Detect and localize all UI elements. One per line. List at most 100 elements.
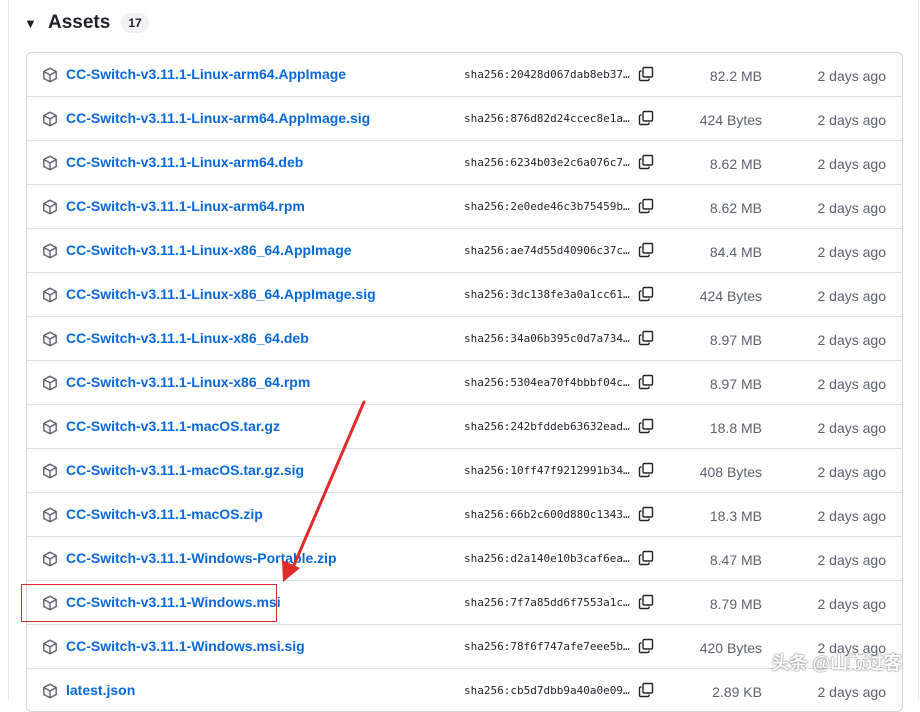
asset-row: CC-Switch-v3.11.1-Linux-x86_64.deb sha256… — [27, 317, 902, 361]
asset-size: 8.97 MB — [709, 332, 762, 348]
copy-icon[interactable] — [638, 594, 654, 610]
asset-row: CC-Switch-v3.11.1-Linux-arm64.AppImage sh… — [27, 53, 902, 97]
asset-download-link[interactable]: CC-Switch-v3.11.1-Windows-Portable.zip — [66, 550, 337, 566]
asset-size: 2.89 KB — [712, 684, 762, 700]
package-icon — [42, 111, 58, 127]
asset-date: 2 days ago — [817, 684, 887, 700]
copy-icon[interactable] — [638, 286, 654, 302]
copy-icon[interactable] — [638, 418, 654, 434]
asset-date: 2 days ago — [817, 200, 887, 216]
asset-date: 2 days ago — [817, 376, 887, 392]
copy-icon[interactable] — [638, 198, 654, 214]
asset-row: CC-Switch-v3.11.1-macOS.tar.gz sha256:242… — [27, 405, 902, 449]
package-icon — [42, 375, 58, 391]
asset-sha256: sha256:78f6f747afe7eee5b… — [464, 640, 630, 653]
asset-size: 8.79 MB — [709, 596, 762, 612]
caret-down-icon[interactable]: ▼ — [24, 16, 44, 31]
asset-size: 8.97 MB — [709, 376, 762, 392]
package-icon — [42, 639, 58, 655]
copy-icon[interactable] — [638, 506, 654, 522]
asset-date: 2 days ago — [817, 596, 887, 612]
asset-size: 8.62 MB — [709, 200, 762, 216]
asset-sha256: sha256:242bfddeb63632ead… — [464, 420, 630, 433]
assets-count-badge: 17 — [121, 13, 149, 33]
asset-date: 2 days ago — [817, 244, 887, 260]
asset-download-link[interactable]: CC-Switch-v3.11.1-Linux-x86_64.AppImage.… — [66, 286, 376, 302]
asset-sha256: sha256:5304ea70f4bbbf04c… — [464, 376, 630, 389]
asset-date: 2 days ago — [817, 464, 887, 480]
assets-title: Assets — [48, 12, 111, 33]
package-icon — [42, 463, 58, 479]
copy-icon[interactable] — [638, 550, 654, 566]
package-icon — [42, 155, 58, 171]
asset-download-link[interactable]: CC-Switch-v3.11.1-Linux-arm64.AppImage.s… — [66, 110, 370, 126]
watermark: 头条 @山巅过客 — [771, 653, 902, 673]
asset-sha256: sha256:2e0ede46c3b75459b… — [464, 200, 630, 213]
asset-download-link[interactable]: CC-Switch-v3.11.1-macOS.tar.gz — [66, 418, 280, 434]
asset-date: 2 days ago — [817, 332, 887, 348]
asset-download-link[interactable]: latest.json — [66, 682, 135, 698]
asset-size: 424 Bytes — [699, 288, 762, 304]
asset-sha256: sha256:7f7a85dd6f7553a1c… — [464, 596, 630, 609]
copy-icon[interactable] — [638, 242, 654, 258]
package-icon — [42, 331, 58, 347]
asset-download-link[interactable]: CC-Switch-v3.11.1-Linux-arm64.AppImage — [66, 66, 346, 82]
package-icon — [42, 243, 58, 259]
asset-row: CC-Switch-v3.11.1-Linux-x86_64.rpm sha256… — [27, 361, 902, 405]
asset-download-link[interactable]: CC-Switch-v3.11.1-macOS.tar.gz.sig — [66, 462, 304, 478]
asset-row: CC-Switch-v3.11.1-macOS.zip sha256:66b2c6… — [27, 493, 902, 537]
package-icon — [42, 199, 58, 215]
asset-size: 424 Bytes — [699, 112, 762, 128]
asset-date: 2 days ago — [817, 420, 887, 436]
asset-date: 2 days ago — [817, 552, 887, 568]
copy-icon[interactable] — [638, 154, 654, 170]
asset-sha256: sha256:3dc138fe3a0a1cc61… — [464, 288, 630, 301]
asset-sha256: sha256:6234b03e2c6a076c7… — [464, 156, 630, 169]
asset-size: 8.47 MB — [709, 552, 762, 568]
package-icon — [42, 507, 58, 523]
copy-icon[interactable] — [638, 110, 654, 126]
asset-download-link[interactable]: CC-Switch-v3.11.1-Linux-arm64.rpm — [66, 198, 305, 214]
highlight-box — [21, 584, 277, 622]
asset-download-link[interactable]: CC-Switch-v3.11.1-Linux-x86_64.rpm — [66, 374, 310, 390]
package-icon — [42, 683, 58, 699]
asset-date: 2 days ago — [817, 112, 887, 128]
asset-download-link[interactable]: CC-Switch-v3.11.1-macOS.zip — [66, 506, 263, 522]
asset-sha256: sha256:d2a140e10b3caf6ea… — [464, 552, 630, 565]
asset-size: 8.62 MB — [709, 156, 762, 172]
assets-header[interactable]: ▼ Assets 17 — [24, 8, 149, 38]
asset-row: CC-Switch-v3.11.1-Linux-arm64.deb sha256:… — [27, 141, 902, 185]
asset-row: CC-Switch-v3.11.1-macOS.tar.gz.sig sha256… — [27, 449, 902, 493]
asset-date: 2 days ago — [817, 288, 887, 304]
asset-size: 420 Bytes — [699, 640, 762, 656]
asset-size: 408 Bytes — [699, 464, 762, 480]
asset-size: 18.3 MB — [709, 508, 762, 524]
asset-row: CC-Switch-v3.11.1-Linux-x86_64.AppImage s… — [27, 229, 902, 273]
copy-icon[interactable] — [638, 66, 654, 82]
asset-download-link[interactable]: CC-Switch-v3.11.1-Linux-x86_64.deb — [66, 330, 309, 346]
package-icon — [42, 67, 58, 83]
asset-sha256: sha256:10ff47f9212991b34… — [464, 464, 630, 477]
copy-icon[interactable] — [638, 330, 654, 346]
asset-sha256: sha256:66b2c600d880c1343… — [464, 508, 630, 521]
copy-icon[interactable] — [638, 374, 654, 390]
asset-row: CC-Switch-v3.11.1-Windows-Portable.zip sh… — [27, 537, 902, 581]
asset-row: CC-Switch-v3.11.1-Linux-arm64.AppImage.s… — [27, 97, 902, 141]
asset-date: 2 days ago — [817, 508, 887, 524]
copy-icon[interactable] — [638, 638, 654, 654]
asset-size: 18.8 MB — [709, 420, 762, 436]
asset-size: 82.2 MB — [709, 68, 762, 84]
copy-icon[interactable] — [638, 462, 654, 478]
asset-row: CC-Switch-v3.11.1-Linux-x86_64.AppImage.… — [27, 273, 902, 317]
package-icon — [42, 419, 58, 435]
asset-sha256: sha256:34a06b395c0d7a734… — [464, 332, 630, 345]
asset-download-link[interactable]: CC-Switch-v3.11.1-Linux-x86_64.AppImage — [66, 242, 352, 258]
asset-sha256: sha256:876d82d24ccec8e1a… — [464, 112, 630, 125]
asset-download-link[interactable]: CC-Switch-v3.11.1-Windows.msi.sig — [66, 638, 305, 654]
asset-download-link[interactable]: CC-Switch-v3.11.1-Linux-arm64.deb — [66, 154, 303, 170]
asset-row: CC-Switch-v3.11.1-Linux-arm64.rpm sha256:… — [27, 185, 902, 229]
asset-sha256: sha256:20428d067dab8eb37… — [464, 68, 630, 81]
package-icon — [42, 551, 58, 567]
asset-sha256: sha256:ae74d55d40906c37c… — [464, 244, 630, 257]
copy-icon[interactable] — [638, 682, 654, 698]
